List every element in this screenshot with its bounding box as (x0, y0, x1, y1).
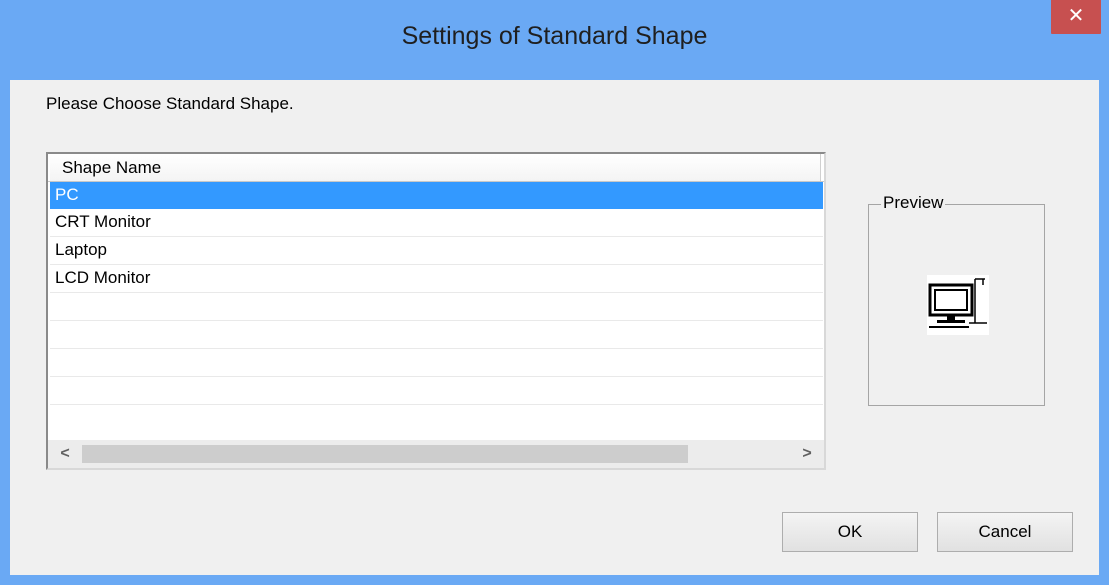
list-header: Shape Name (48, 154, 824, 182)
instruction-label: Please Choose Standard Shape. (46, 94, 294, 113)
list-item-pc[interactable]: PC (50, 182, 823, 209)
cancel-button[interactable]: Cancel (937, 512, 1073, 552)
horizontal-scrollbar[interactable]: < > (48, 440, 824, 468)
list-item-empty (50, 293, 823, 321)
list-item-empty (50, 349, 823, 377)
list-item-empty (50, 405, 823, 432)
close-button[interactable]: ✕ (1051, 0, 1101, 34)
column-header-shape-name[interactable]: Shape Name (50, 154, 821, 181)
scroll-right-arrow-icon[interactable]: > (790, 440, 824, 468)
shape-list[interactable]: Shape Name PC CRT Monitor Laptop LCD Mon… (46, 152, 826, 470)
list-item-empty (50, 321, 823, 349)
list-rows: PC CRT Monitor Laptop LCD Monitor (50, 182, 823, 432)
pc-icon (927, 275, 989, 335)
list-item-lcd-monitor[interactable]: LCD Monitor (50, 265, 823, 293)
scroll-left-arrow-icon[interactable]: < (48, 440, 82, 468)
preview-group: Preview (868, 193, 1045, 406)
list-item-empty (50, 377, 823, 405)
preview-label: Preview (881, 193, 946, 213)
dialog-title: Settings of Standard Shape (401, 22, 708, 50)
settings-dialog: Settings of Standard Shape ✕ Please Choo… (0, 0, 1109, 585)
scrollbar-thumb[interactable] (82, 445, 688, 463)
ok-button[interactable]: OK (782, 512, 918, 552)
list-item-laptop[interactable]: Laptop (50, 237, 823, 265)
list-item-crt-monitor[interactable]: CRT Monitor (50, 209, 823, 237)
title-bar[interactable]: Settings of Standard Shape ✕ (0, 0, 1109, 80)
close-icon: ✕ (1067, 5, 1085, 27)
dialog-client-area: Please Choose Standard Shape. Shape Name… (10, 80, 1099, 575)
